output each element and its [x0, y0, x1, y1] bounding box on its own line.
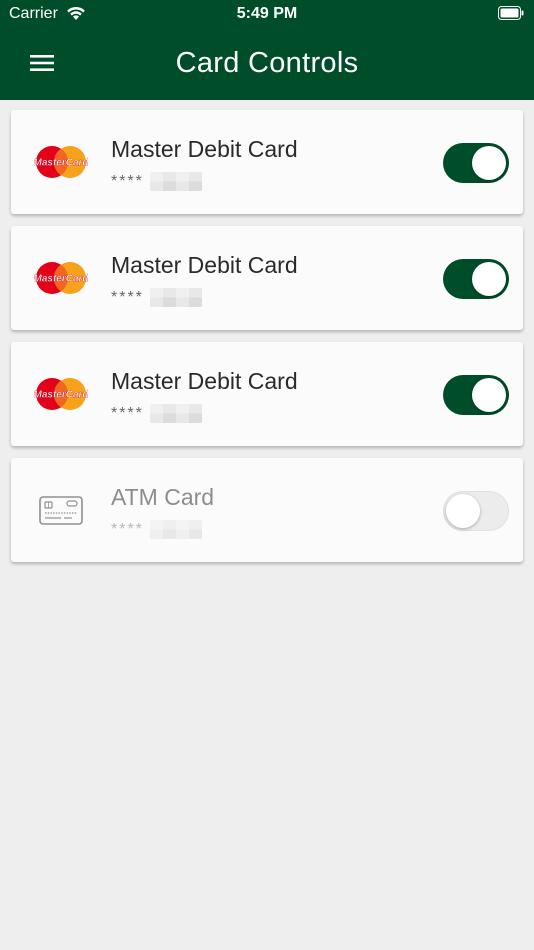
card-name: Master Debit Card [111, 252, 298, 278]
card-toggle[interactable] [443, 491, 509, 531]
app-screen: Carrier 5:49 PM Card Controls MasterCard… [0, 0, 534, 950]
status-bar: Carrier 5:49 PM [0, 0, 534, 28]
card-list: MasterCard Master Debit Card **** Master… [11, 110, 523, 574]
mastercard-logo-icon: MasterCard [34, 146, 88, 178]
svg-text:MasterCard: MasterCard [34, 274, 88, 285]
svg-text:MasterCard: MasterCard [34, 390, 88, 401]
status-time: 5:49 PM [236, 5, 298, 22]
masked-card-number: **** [111, 172, 144, 190]
battery-icon [498, 6, 524, 20]
card-item[interactable]: ATM Card **** [11, 458, 523, 562]
toggle-knob [472, 146, 506, 180]
card-name: Master Debit Card [111, 136, 298, 162]
mastercard-logo-icon: MasterCard [34, 262, 88, 294]
atm-card-icon [39, 496, 83, 525]
card-number: **** [111, 172, 202, 191]
app-header: Carrier 5:49 PM Card Controls [0, 0, 534, 100]
toggle-knob [446, 494, 480, 528]
card-toggle[interactable] [443, 143, 509, 183]
page-title: Card Controls [175, 47, 359, 79]
masked-card-number: **** [111, 288, 144, 306]
toggle-knob [472, 378, 506, 412]
masked-card-number: **** [111, 520, 144, 538]
svg-text:MasterCard: MasterCard [34, 158, 88, 169]
redacted-digits [149, 172, 202, 191]
redacted-digits [149, 404, 202, 423]
toggle-knob [472, 262, 506, 296]
card-item[interactable]: MasterCard Master Debit Card **** [11, 342, 523, 446]
card-number: **** [111, 404, 202, 423]
mastercard-logo-icon: MasterCard [34, 378, 88, 410]
card-name: ATM Card [111, 484, 215, 510]
card-item[interactable]: MasterCard Master Debit Card **** [11, 110, 523, 214]
card-toggle[interactable] [443, 375, 509, 415]
masked-card-number: **** [111, 404, 144, 422]
redacted-digits [149, 288, 202, 307]
card-number: **** [111, 520, 202, 539]
card-toggle[interactable] [443, 259, 509, 299]
redacted-digits [149, 520, 202, 539]
card-item[interactable]: MasterCard Master Debit Card **** [11, 226, 523, 330]
card-number: **** [111, 288, 202, 307]
card-name: Master Debit Card [111, 368, 298, 394]
